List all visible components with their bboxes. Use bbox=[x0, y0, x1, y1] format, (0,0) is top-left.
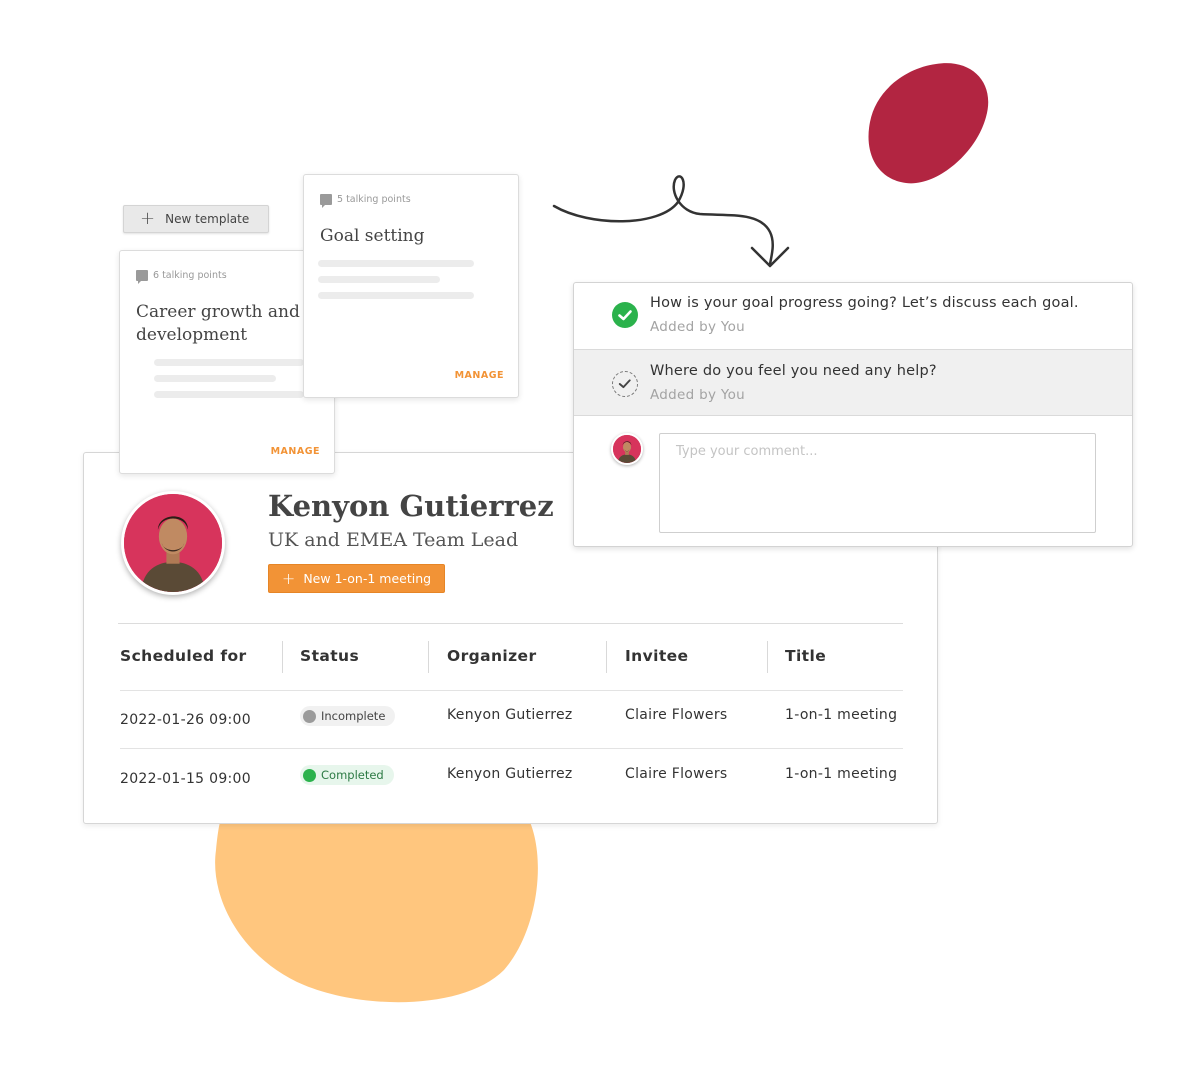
cell-organizer: Kenyon Gutierrez bbox=[447, 766, 573, 782]
column-separator bbox=[606, 641, 607, 673]
plus-icon: + bbox=[140, 208, 156, 229]
status-dot-icon bbox=[303, 709, 316, 723]
red-decorative-blob bbox=[868, 63, 989, 184]
template-title: Goal setting bbox=[320, 226, 425, 246]
added-by-label: Added by You bbox=[650, 387, 746, 403]
column-header-invitee[interactable]: Invitee bbox=[625, 647, 688, 665]
added-by-label: Added by You bbox=[650, 319, 746, 335]
manage-link[interactable]: MANAGE bbox=[455, 370, 504, 381]
status-dot-icon bbox=[303, 768, 316, 782]
column-separator bbox=[282, 641, 283, 673]
talking-points-count: 6 talking points bbox=[136, 270, 227, 284]
cell-title: 1-on-1 meeting bbox=[785, 707, 898, 723]
template-card-goal-setting[interactable]: 5 talking points Goal setting MANAGE bbox=[303, 174, 519, 398]
curly-arrow-icon bbox=[552, 175, 790, 268]
check-complete-icon[interactable] bbox=[612, 302, 638, 328]
talking-point-question: How is your goal progress going? Let’s d… bbox=[650, 295, 1079, 311]
row-divider bbox=[120, 690, 903, 691]
avatar bbox=[611, 433, 643, 465]
cell-invitee: Claire Flowers bbox=[625, 707, 728, 723]
column-header-title[interactable]: Title bbox=[785, 647, 826, 665]
comment-icon bbox=[136, 270, 148, 284]
divider bbox=[118, 623, 903, 624]
status-badge: Completed bbox=[300, 765, 394, 785]
placeholder-line bbox=[318, 276, 440, 283]
talking-point-item[interactable]: Where do you feel you need any help? Add… bbox=[574, 349, 1132, 416]
cell-scheduled: 2022-01-15 09:00 bbox=[120, 771, 251, 787]
manage-link[interactable]: MANAGE bbox=[271, 446, 320, 457]
talking-points-panel: How is your goal progress going? Let’s d… bbox=[573, 282, 1133, 547]
placeholder-line bbox=[318, 260, 474, 267]
person-role: UK and EMEA Team Lead bbox=[268, 529, 519, 551]
column-separator bbox=[428, 641, 429, 673]
placeholder-line bbox=[318, 292, 474, 299]
placeholder-line bbox=[154, 359, 304, 366]
comment-input[interactable] bbox=[659, 433, 1096, 533]
template-title: Career growth and development bbox=[136, 302, 300, 345]
column-header-organizer[interactable]: Organizer bbox=[447, 647, 537, 665]
placeholder-line bbox=[154, 375, 276, 382]
status-badge: Incomplete bbox=[300, 706, 396, 726]
cell-invitee: Claire Flowers bbox=[625, 766, 728, 782]
talking-point-item[interactable]: How is your goal progress going? Let’s d… bbox=[574, 283, 1132, 349]
talking-points-count: 5 talking points bbox=[320, 194, 411, 208]
cell-title: 1-on-1 meeting bbox=[785, 766, 898, 782]
cell-organizer: Kenyon Gutierrez bbox=[447, 707, 573, 723]
check-pending-icon[interactable] bbox=[612, 371, 638, 397]
avatar bbox=[121, 491, 225, 595]
placeholder-line bbox=[154, 391, 304, 398]
comment-icon bbox=[320, 194, 332, 208]
new-template-button[interactable]: + New template bbox=[123, 205, 269, 233]
row-divider bbox=[120, 748, 903, 749]
person-name: Kenyon Gutierrez bbox=[268, 489, 554, 523]
talking-point-question: Where do you feel you need any help? bbox=[650, 363, 937, 379]
new-meeting-button[interactable]: + New 1-on-1 meeting bbox=[268, 564, 445, 593]
column-separator bbox=[767, 641, 768, 673]
plus-icon: + bbox=[281, 568, 296, 588]
column-header-status[interactable]: Status bbox=[300, 647, 359, 665]
new-template-label: New template bbox=[165, 212, 250, 226]
cell-scheduled: 2022-01-26 09:00 bbox=[120, 712, 251, 728]
column-header-scheduled[interactable]: Scheduled for bbox=[120, 647, 247, 665]
